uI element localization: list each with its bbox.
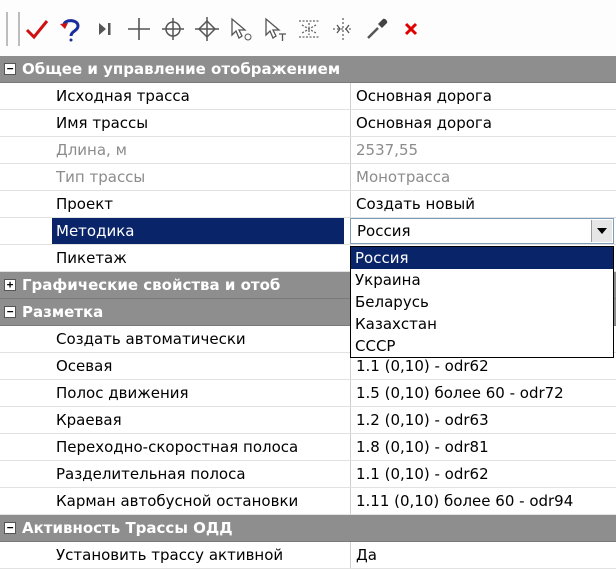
dropdown-option[interactable]: Украина	[351, 269, 613, 291]
property-value[interactable]: 1.1 (0,10) - odr62	[356, 461, 612, 487]
property-name: Имя трассы	[56, 114, 149, 132]
property-row-project[interactable]: Проект Создать новый	[0, 191, 616, 218]
property-row-length: Длина, м 2537,55	[0, 137, 616, 164]
property-value[interactable]: Да	[356, 542, 612, 568]
category-title: Активность Трассы ОДД	[22, 519, 233, 537]
category-title: Графические свойства и отоб	[22, 276, 281, 294]
property-name: Переходно-скоростная полоса	[56, 438, 299, 456]
property-name: Методика	[52, 218, 344, 244]
road-cross-icon[interactable]	[294, 14, 324, 44]
property-value[interactable]: 1.5 (0,10) более 60 - odr72	[356, 380, 612, 406]
collapse-icon[interactable]: −	[4, 522, 16, 534]
property-name: Осевая	[56, 357, 113, 375]
property-row-route-type: Тип трассы Монотрасса	[0, 164, 616, 191]
step-forward-icon[interactable]	[90, 14, 120, 44]
toolbar-grip[interactable]	[6, 12, 20, 46]
node-icon[interactable]	[158, 14, 188, 44]
property-row-bus-stop-pocket[interactable]: Карман автобусной остановки 1.11 (0,10) …	[0, 488, 616, 515]
property-name: Краевая	[56, 411, 122, 429]
property-name: Установить трассу активной	[56, 546, 284, 564]
property-name: Тип трассы	[56, 168, 146, 186]
toolbar	[0, 0, 616, 57]
property-value: Монотрасса	[356, 168, 451, 186]
category-title: Разметка	[22, 303, 104, 321]
property-value[interactable]: Основная дорога	[356, 83, 612, 109]
property-row-transition-lane[interactable]: Переходно-скоростная полоса 1.8 (0,10) -…	[0, 434, 616, 461]
property-name: Длина, м	[56, 141, 127, 159]
dropdown-option[interactable]: Россия	[351, 247, 613, 269]
category-route-activity[interactable]: − Активность Трассы ОДД	[0, 515, 616, 542]
property-row-edge[interactable]: Краевая 1.2 (0,10) - odr63	[0, 407, 616, 434]
combobox-value: Россия	[357, 222, 411, 240]
property-value: 2537,55	[356, 141, 419, 159]
column-divider	[350, 461, 351, 487]
column-divider	[350, 83, 351, 109]
column-divider	[350, 380, 351, 406]
column-divider	[350, 164, 351, 190]
property-name: Разделительная полоса	[56, 465, 246, 483]
method-dropdown-list: Россия Украина Беларусь Казахстан СССР	[350, 246, 614, 358]
dropdown-arrow-icon[interactable]	[591, 220, 612, 242]
property-name: Полос движения	[56, 384, 189, 402]
pipette-icon[interactable]	[362, 14, 392, 44]
expand-icon[interactable]: +	[4, 279, 16, 291]
category-general-display[interactable]: − Общее и управление отображением	[0, 56, 616, 83]
property-name: Проект	[56, 195, 114, 213]
column-divider	[350, 110, 351, 136]
property-row-dividing-lane[interactable]: Разделительная полоса 1.1 (0,10) - odr62	[0, 461, 616, 488]
picket-icon[interactable]	[328, 14, 358, 44]
property-value[interactable]: Создать новый	[356, 191, 612, 217]
undo-icon[interactable]	[56, 14, 86, 44]
delete-icon[interactable]	[396, 14, 426, 44]
property-value[interactable]: 1.2 (0,10) - odr63	[356, 407, 612, 433]
select-cursor-icon[interactable]	[226, 14, 256, 44]
property-value[interactable]: 1.8 (0,10) - odr81	[356, 434, 612, 460]
method-combobox[interactable]: Россия	[350, 218, 614, 244]
column-divider	[350, 137, 351, 163]
collapse-icon[interactable]: −	[4, 306, 16, 318]
column-divider	[350, 488, 351, 514]
property-value[interactable]: Основная дорога	[356, 110, 612, 136]
category-title: Общее и управление отображением	[22, 60, 341, 78]
property-value[interactable]: 1.11 (0,10) более 60 - odr94	[356, 488, 612, 514]
dropdown-option[interactable]: СССР	[351, 335, 613, 357]
add-point-icon[interactable]	[124, 14, 154, 44]
property-row-set-active[interactable]: Установить трассу активной Да	[0, 542, 616, 569]
property-name: Создать автоматически	[56, 330, 246, 348]
select-text-cursor-icon[interactable]	[260, 14, 290, 44]
property-name: Пикетаж	[56, 249, 127, 267]
property-row-route-name[interactable]: Имя трассы Основная дорога	[0, 110, 616, 137]
node-move-icon[interactable]	[192, 14, 222, 44]
column-divider	[350, 191, 351, 217]
property-row-lanes[interactable]: Полос движения 1.5 (0,10) более 60 - odr…	[0, 380, 616, 407]
property-row-source-route[interactable]: Исходная трасса Основная дорога	[0, 83, 616, 110]
apply-check-icon[interactable]	[22, 14, 52, 44]
property-name: Исходная трасса	[56, 87, 190, 105]
collapse-icon[interactable]: −	[4, 63, 16, 75]
property-row-method[interactable]: Методика Россия	[0, 218, 616, 245]
column-divider	[350, 434, 351, 460]
dropdown-option[interactable]: Казахстан	[351, 313, 613, 335]
column-divider	[350, 407, 351, 433]
property-name: Карман автобусной остановки	[56, 492, 299, 510]
dropdown-option[interactable]: Беларусь	[351, 291, 613, 313]
column-divider	[350, 542, 351, 568]
